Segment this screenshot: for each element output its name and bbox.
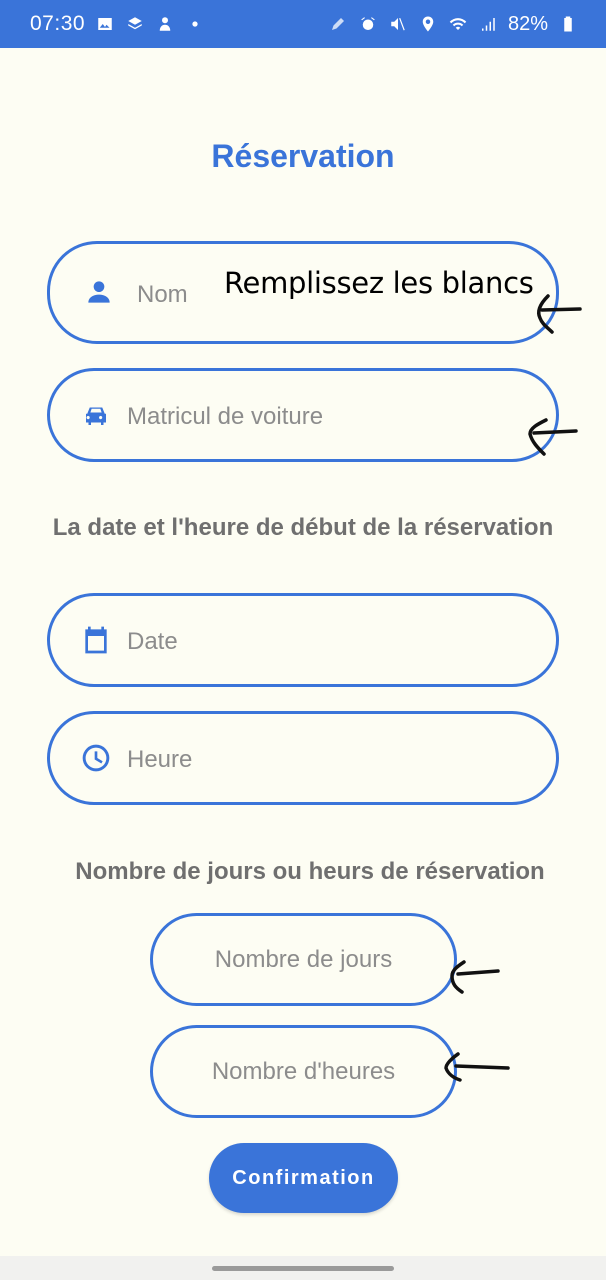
navigation-bar bbox=[0, 1256, 606, 1280]
signal-icon bbox=[478, 14, 498, 34]
annotation-arrow-icon bbox=[438, 1048, 514, 1093]
wifi-icon bbox=[448, 14, 468, 34]
date-placeholder: Date bbox=[127, 628, 178, 655]
calendar-icon bbox=[80, 624, 112, 656]
name-placeholder: Nom bbox=[137, 281, 188, 308]
days-field[interactable]: Nombre de jours bbox=[150, 913, 457, 1006]
car-plate-field[interactable]: Matricul de voiture bbox=[47, 368, 559, 462]
status-bar: 07:30 82% bbox=[0, 0, 606, 48]
person-icon bbox=[83, 276, 115, 308]
time-field[interactable]: Heure bbox=[47, 711, 559, 805]
annotation-arrow-icon bbox=[520, 414, 582, 463]
notification-app-icon bbox=[155, 14, 175, 34]
pen-icon bbox=[328, 14, 348, 34]
status-time: 07:30 bbox=[30, 12, 86, 35]
dot-icon bbox=[185, 14, 205, 34]
duration-label: Nombre de jours ou heurs de réservation bbox=[75, 858, 545, 885]
confirm-button[interactable]: Confirmation bbox=[209, 1143, 398, 1213]
car-icon bbox=[80, 399, 112, 431]
battery-percentage: 82% bbox=[507, 12, 548, 35]
stack-icon bbox=[125, 14, 145, 34]
alarm-icon bbox=[358, 14, 378, 34]
car-plate-placeholder: Matricul de voiture bbox=[127, 403, 324, 430]
annotation-arrow-icon bbox=[442, 956, 504, 1005]
days-placeholder: Nombre de jours bbox=[214, 945, 393, 973]
date-field[interactable]: Date bbox=[47, 593, 559, 687]
page-title: Réservation bbox=[211, 138, 395, 174]
mute-icon bbox=[388, 14, 408, 34]
hours-placeholder: Nombre d'heures bbox=[211, 1057, 396, 1085]
battery-icon bbox=[558, 14, 578, 34]
start-datetime-label: La date et l'heure de début de la réserv… bbox=[52, 514, 554, 541]
hours-field[interactable]: Nombre d'heures bbox=[150, 1025, 457, 1118]
annotation-text: Remplissez les blancs bbox=[224, 266, 534, 300]
time-placeholder: Heure bbox=[127, 746, 193, 773]
clock-icon bbox=[80, 742, 112, 774]
location-icon bbox=[418, 14, 438, 34]
status-bar-left: 07:30 bbox=[30, 12, 205, 36]
home-indicator[interactable] bbox=[212, 1266, 394, 1271]
image-icon bbox=[95, 14, 115, 34]
annotation-arrow-icon bbox=[528, 292, 588, 341]
status-bar-right: 82% bbox=[328, 13, 578, 36]
